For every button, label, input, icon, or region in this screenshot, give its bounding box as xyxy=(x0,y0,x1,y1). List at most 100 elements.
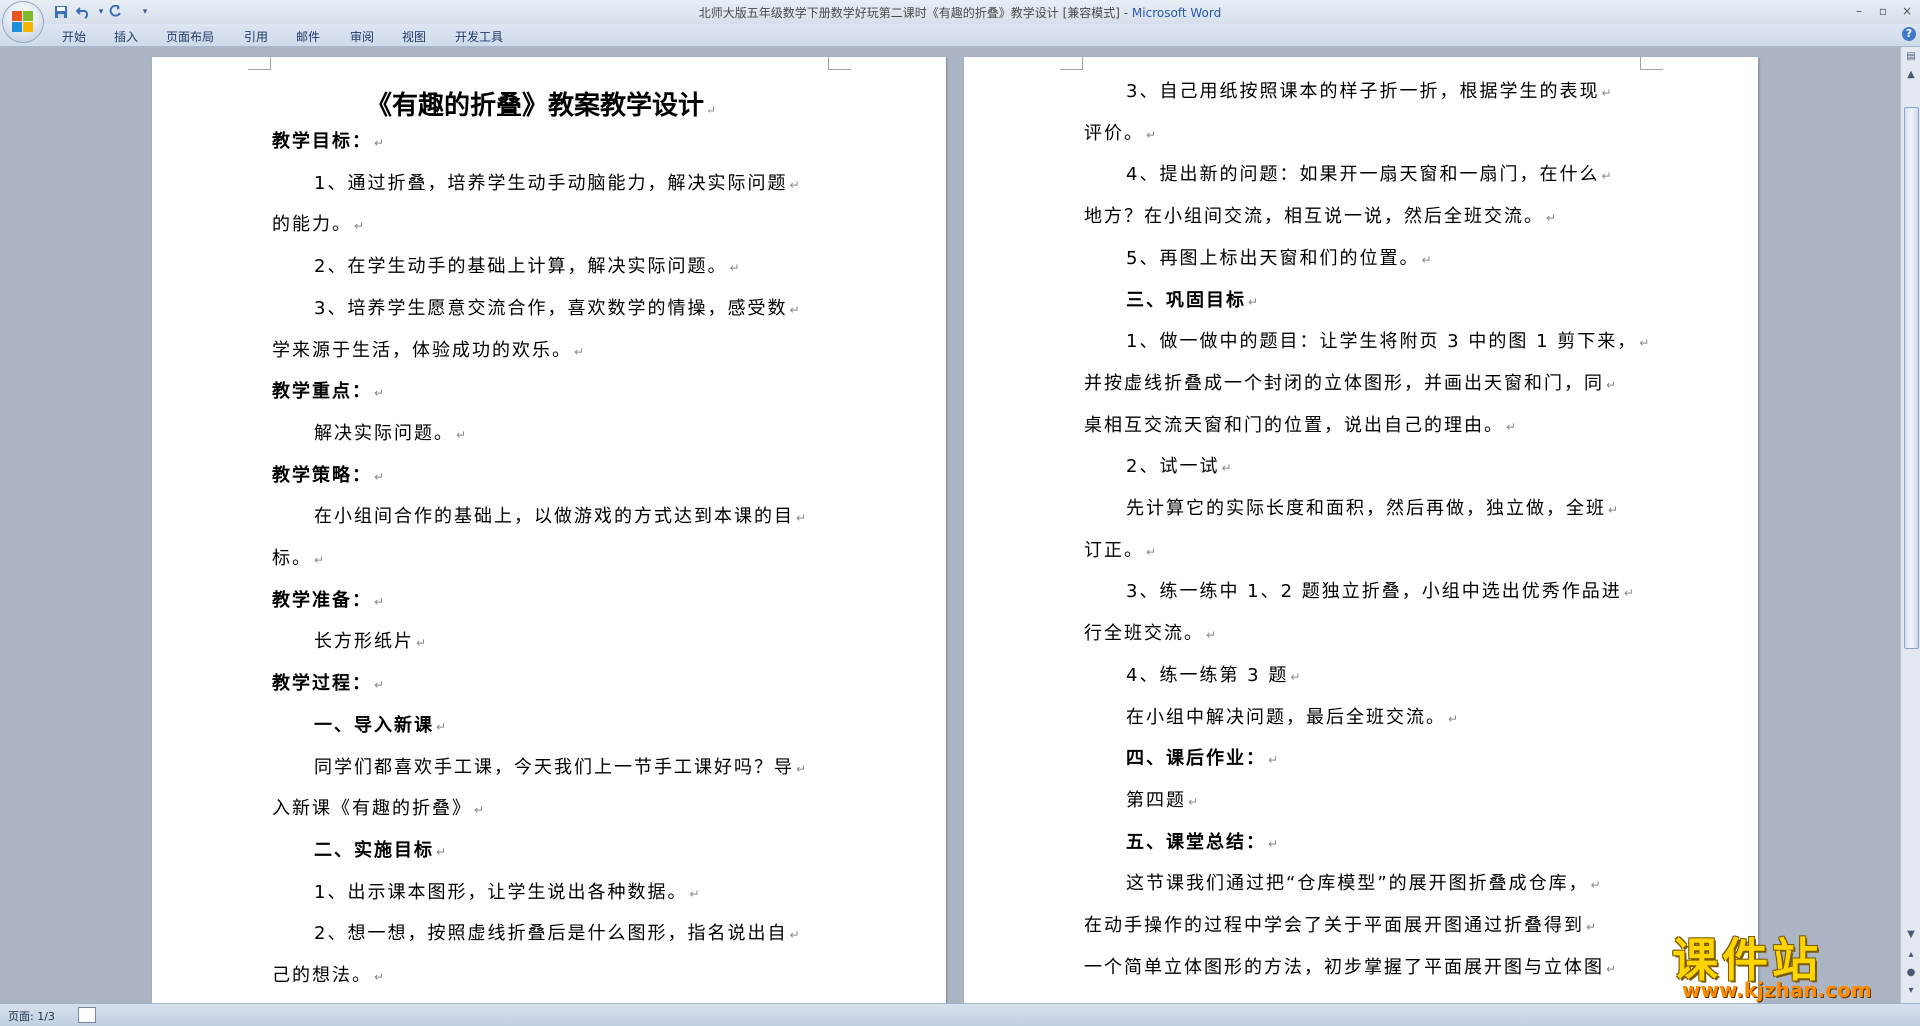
select-browse-object-icon[interactable]: ● xyxy=(1903,965,1919,981)
office-button[interactable] xyxy=(3,2,43,42)
document-text-line: 入新课《有趣的折叠》 ↵ xyxy=(272,794,486,820)
document-text-line-content: 教学策略： xyxy=(272,464,372,486)
paragraph-mark: ↵ xyxy=(1248,294,1261,309)
paragraph-mark: ↵ xyxy=(474,803,487,818)
tab-page-layout[interactable]: 页面布局 xyxy=(166,28,214,45)
paragraph-mark: ↵ xyxy=(1221,461,1234,476)
paragraph-mark: ↵ xyxy=(1546,211,1559,226)
tab-developer[interactable]: 开发工具 xyxy=(455,28,503,45)
paragraph-mark: ↵ xyxy=(374,678,387,693)
tab-references[interactable]: 引用 xyxy=(244,28,268,45)
paragraph-mark: ↵ xyxy=(374,136,387,150)
document-text-line: 1、出示课本图形，让学生说出各种数据。 ↵ xyxy=(314,878,702,904)
document-text-line: 标。 ↵ xyxy=(272,544,326,570)
document-text-line: 地方？在小组间交流，相互说一说，然后全班交流。 ↵ xyxy=(1084,202,1558,228)
paragraph-mark: ↵ xyxy=(1606,961,1619,976)
document-page-left[interactable]: 《有趣的折叠》教案教学设计 ↵ 教学目标： ↵ 1、通过折叠，培养学生动手动脑能力，解… xyxy=(152,57,946,1003)
paragraph-mark: ↵ xyxy=(1639,336,1652,351)
paragraph-mark: ↵ xyxy=(1623,586,1636,601)
ruler-toggle-icon[interactable]: ▤ xyxy=(1903,49,1919,65)
scroll-down-icon[interactable]: ▼ xyxy=(1903,927,1919,943)
paragraph-mark: ↵ xyxy=(456,427,469,442)
paragraph-mark: ↵ xyxy=(1506,419,1519,434)
title-bar: ▾ ▾ 北师大版五年级数学下册数学好玩第二课时《有趣的折叠》教学设计 [兼容模式… xyxy=(0,0,1920,42)
document-text-line: 解决实际问题。 ↵ xyxy=(314,419,468,445)
document-text-line: 3、自己用纸按照课本的样子折一折，根据学生的表现 ↵ xyxy=(1126,77,1614,103)
document-text-line: 教学策略： ↵ xyxy=(272,461,386,487)
proofing-status-icon[interactable] xyxy=(78,1007,96,1023)
document-text-line-content: 1、通过折叠，培养学生动手动脑能力，解决实际问题 xyxy=(314,172,788,194)
crop-mark xyxy=(248,57,271,70)
next-page-icon[interactable]: ▾ xyxy=(1903,983,1919,999)
document-text-line: 长方形纸片 ↵ xyxy=(314,627,428,653)
document-text-line: 1、通过折叠，培养学生动手动脑能力，解决实际问题 ↵ xyxy=(314,169,802,195)
document-text-line-content: 解决实际问题。 xyxy=(314,422,454,444)
document-text-line: 3、练一练中 1、2 题独立折叠，小组中选出优秀作品进 ↵ xyxy=(1126,577,1636,603)
document-text-line-content: 3、培养学生愿意交流合作，喜欢数学的情操，感受数 xyxy=(314,297,788,319)
page-number-status[interactable]: 页面: 1/3 xyxy=(8,1008,55,1024)
document-text-line-content: 1、出示课本图形，让学生说出各种数据。 xyxy=(314,881,688,903)
app-name: Microsoft Word xyxy=(1131,6,1222,20)
document-text-line-content: 评价。 xyxy=(1084,122,1144,144)
document-text-line: 桌相互交流天窗和门的位置，说出自己的理由。 ↵ xyxy=(1084,411,1518,437)
paragraph-mark: ↵ xyxy=(436,844,449,859)
document-text-line-content: 2、试一试 xyxy=(1126,456,1220,478)
document-text-line: 这节课我们通过把“仓库模型”的展开图折叠成仓库， ↵ xyxy=(1126,869,1603,895)
close-icon[interactable]: × xyxy=(1896,2,1918,20)
document-text-line: 第四题 ↵ xyxy=(1126,786,1200,812)
document-text-line-content: 四、课后作业： xyxy=(1126,748,1266,770)
scroll-up-icon[interactable]: ▲ xyxy=(1903,67,1919,83)
document-text-line: 行全班交流。 ↵ xyxy=(1084,619,1218,645)
document-workspace[interactable]: 《有趣的折叠》教案教学设计 ↵ 教学目标： ↵ 1、通过折叠，培养学生动手动脑能力，解… xyxy=(0,47,1900,1003)
document-text-line-content: 地方？在小组间交流，相互说一说，然后全班交流。 xyxy=(1084,206,1544,228)
paragraph-mark: ↵ xyxy=(689,886,702,901)
document-text-line-content: 3、自己用纸按照课本的样子折一折，根据学生的表现 xyxy=(1126,81,1600,102)
document-text-line: 教学过程： ↵ xyxy=(272,669,386,695)
document-text-line: 先计算它的实际长度和面积，然后再做，独立做，全班 ↵ xyxy=(1126,494,1620,520)
document-text-line: 教学准备： ↵ xyxy=(272,586,386,612)
maximize-icon[interactable]: ▫ xyxy=(1872,2,1894,20)
document-text-line-content: 教学重点： xyxy=(272,381,372,403)
document-text-line: 3、培养学生愿意交流合作，喜欢数学的情操，感受数 ↵ xyxy=(314,294,802,320)
document-page-right[interactable]: 3、自己用纸按照课本的样子折一折，根据学生的表现 ↵ 评价。 ↵ 4、提出新的问题：如果… xyxy=(964,57,1758,1003)
paragraph-mark: ↵ xyxy=(436,719,449,734)
tab-view[interactable]: 视图 xyxy=(402,28,426,45)
document-text-line-content: 己的想法。 xyxy=(272,965,372,986)
document-text-line: 二、实施目标 ↵ xyxy=(314,836,448,862)
document-text-line-content: 并按虚线折叠成一个封闭的立体图形，并画出天窗和门，同 xyxy=(1084,372,1604,394)
document-text-line-content: 教学准备： xyxy=(272,589,372,611)
previous-page-icon[interactable]: ▴ xyxy=(1903,947,1919,963)
document-text-line: 同学们都喜欢手工课，今天我们上一节手工课好吗？导 ↵ xyxy=(314,753,808,779)
document-text-line: 4、提出新的问题：如果开一扇天窗和一扇门，在什么 ↵ xyxy=(1126,160,1614,186)
minimize-icon[interactable]: – xyxy=(1848,2,1870,20)
crop-mark xyxy=(1640,57,1663,70)
paragraph-mark: ↵ xyxy=(314,553,327,567)
window-title: 北师大版五年级数学下册数学好玩第二课时《有趣的折叠》教学设计 [兼容模式] - … xyxy=(0,4,1920,21)
document-heading: 《有趣的折叠》教案教学设计 ↵ xyxy=(366,85,716,122)
document-text-line: 五、课堂总结： ↵ xyxy=(1126,828,1280,854)
document-heading-text: 《有趣的折叠》教案教学设计 xyxy=(366,91,705,121)
paragraph-mark: ↵ xyxy=(1290,669,1303,684)
tab-review[interactable]: 审阅 xyxy=(350,28,374,45)
status-bar: 页面: 1/3 xyxy=(0,1003,1920,1026)
crop-mark xyxy=(828,57,851,70)
paragraph-mark: ↵ xyxy=(1586,920,1599,934)
paragraph-mark: ↵ xyxy=(374,386,387,401)
help-icon[interactable]: ? xyxy=(1902,27,1916,41)
document-text-line: 学来源于生活，体验成功的欢乐。 ↵ xyxy=(272,336,586,362)
paragraph-mark: ↵ xyxy=(1448,711,1461,726)
paragraph-mark: ↵ xyxy=(706,103,717,117)
vertical-scrollbar[interactable]: ▤ ▲ ▼ ▴ ● ▾ xyxy=(1900,47,1920,1003)
tab-home[interactable]: 开始 xyxy=(62,28,86,45)
tab-insert[interactable]: 插入 xyxy=(114,28,138,45)
document-text-line-content: 在小组间合作的基础上，以做游戏的方式达到本课的目 xyxy=(314,506,794,528)
paragraph-mark: ↵ xyxy=(354,219,367,234)
paragraph-mark: ↵ xyxy=(374,594,387,609)
tab-mailings[interactable]: 邮件 xyxy=(296,28,320,45)
document-text-line-content: 一个简单立体图形的方法，初步掌握了平面展开图与立体图 xyxy=(1084,956,1604,978)
document-text-line-content: 教学过程： xyxy=(272,673,372,695)
document-text-line: 三、巩固目标 ↵ xyxy=(1126,286,1260,312)
document-text-line: 教学重点： ↵ xyxy=(272,377,386,403)
scrollbar-thumb[interactable] xyxy=(1904,107,1919,649)
document-text-line-content: 的能力。 xyxy=(272,214,352,236)
